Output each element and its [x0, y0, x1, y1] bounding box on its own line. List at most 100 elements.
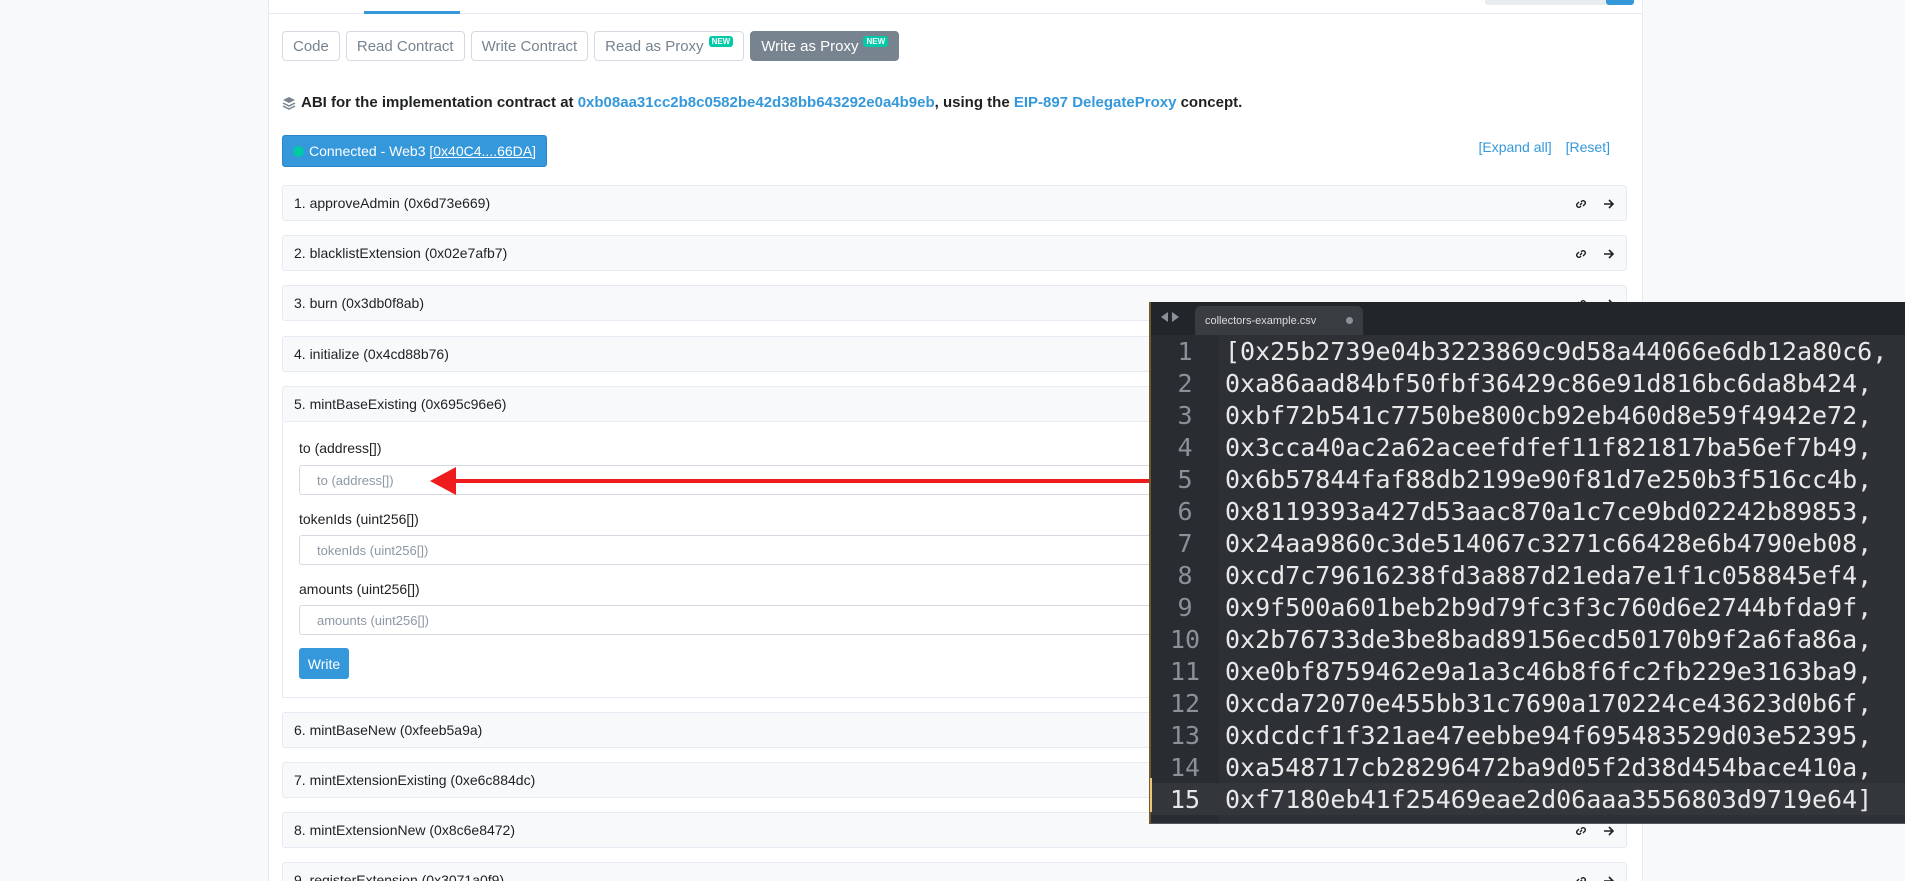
- editor-file-tab[interactable]: collectors-example.csv: [1195, 306, 1363, 335]
- code-line[interactable]: 8 0xcd7c79616238fd3a887d21eda7e1f1c058845…: [1151, 559, 1905, 591]
- code-line[interactable]: 6 0x8119393a427d53aac870a1c7ce9bd02242b89…: [1151, 495, 1905, 527]
- code-line[interactable]: 9 0x9f500a601beb2b9d79fc3f3c760d6e2744bfd…: [1151, 591, 1905, 623]
- code-text: 0x8119393a427d53aac870a1c7ce9bd02242b898…: [1225, 496, 1873, 526]
- function-title: 6. mintBaseNew (0xfeeb5a9a): [294, 722, 483, 738]
- code-text: 0xe0bf8759462e9a1a3c46b8f6fc2fb229e3163b…: [1225, 656, 1873, 686]
- link-icon[interactable]: [1574, 824, 1588, 838]
- editor-filename: collectors-example.csv: [1205, 314, 1317, 327]
- code-text: 0x3cca40ac2a62aceefdfef11f821817ba56ef7b…: [1225, 432, 1873, 462]
- code-line[interactable]: 11 0xe0bf8759462e9a1a3c46b8f6fc2fb229e316…: [1151, 655, 1905, 687]
- code-line[interactable]: 4 0x3cca40ac2a62aceefdfef11f821817ba56ef7…: [1151, 431, 1905, 463]
- arrow-right-icon[interactable]: [1602, 247, 1616, 261]
- layers-icon: [282, 96, 296, 110]
- editor-cursor: [1150, 778, 1152, 812]
- code-text: 0xdcdcf1f321ae47eebbe94f695483529d03e523…: [1225, 720, 1873, 750]
- unsaved-dot-icon[interactable]: [1346, 317, 1353, 324]
- connected-label: Connected - Web3: [309, 143, 426, 159]
- link-icon[interactable]: [1574, 874, 1588, 881]
- function-title: 8. mintExtensionNew (0x8c6e8472): [294, 822, 516, 838]
- line-number: 12: [1169, 688, 1201, 718]
- tab-code[interactable]: Code: [282, 31, 340, 61]
- nav-forward-icon[interactable]: [1172, 312, 1179, 322]
- code-line[interactable]: 12 0xcda72070e455bb31c7690a170224ce43623d…: [1151, 687, 1905, 719]
- line-number: 5: [1177, 464, 1193, 494]
- code-line[interactable]: 5 0x6b57844faf88db2199e90f81d7e250b3f516c…: [1151, 463, 1905, 495]
- new-badge: NEW: [708, 35, 734, 47]
- line-number: 1: [1177, 336, 1193, 366]
- to-placeholder: to (address[]): [317, 472, 394, 488]
- tab-read-as-proxy[interactable]: Read as Proxy NEW: [594, 31, 745, 61]
- abi-middle: , using the: [934, 94, 1010, 111]
- function-title: 3. burn (0x3db0f8ab): [294, 295, 424, 311]
- token-ids-placeholder: tokenIds (uint256[]): [317, 542, 429, 558]
- top-right-control[interactable]: [1485, 0, 1620, 5]
- line-number: 3: [1177, 400, 1193, 430]
- reset-link[interactable]: [Reset]: [1566, 139, 1610, 155]
- top-divider: [269, 13, 1642, 14]
- code-text: 0xa86aad84bf50fbf36429c86e91d816bc6da8b4…: [1225, 368, 1873, 398]
- code-text: 0xf7180eb41f25469eae2d06aaa3556803d9719e…: [1225, 784, 1873, 814]
- code-text: 0xa548717cb28296472ba9d05f2d38d454bace41…: [1225, 752, 1873, 782]
- code-line[interactable]: 13 0xdcdcf1f321ae47eebbe94f695483529d03e5…: [1151, 719, 1905, 751]
- link-icon[interactable]: [1574, 247, 1588, 261]
- text-editor-window: collectors-example.csv 1 [0x25b2739e04b32…: [1149, 302, 1905, 824]
- eip-897-link[interactable]: EIP-897 DelegateProxy: [1014, 94, 1177, 111]
- code-text: 0xcd7c79616238fd3a887d21eda7e1f1c058845e…: [1225, 560, 1873, 590]
- function-title: 7. mintExtensionExisting (0xe6c884dc): [294, 772, 536, 788]
- tab-read-contract[interactable]: Read Contract: [345, 31, 465, 61]
- line-number: 4: [1177, 432, 1193, 462]
- code-text: 0xcda72070e455bb31c7690a170224ce43623d0b…: [1225, 688, 1873, 718]
- function-title: 5. mintBaseExisting (0x695c96e6): [294, 396, 507, 412]
- code-line[interactable]: 14 0xa548717cb28296472ba9d05f2d38d454bace…: [1151, 751, 1905, 783]
- function-title: 2. blacklistExtension (0x02e7afb7): [294, 245, 508, 261]
- code-text: 0x6b57844faf88db2199e90f81d7e250b3f516cc…: [1225, 464, 1873, 494]
- implementation-address-link[interactable]: 0xb08aa31cc2b8c0582be42d38bb643292e0a4b9…: [578, 94, 935, 111]
- code-line[interactable]: 15 0xf7180eb41f25469eae2d06aaa3556803d971…: [1151, 783, 1905, 815]
- code-line[interactable]: 3 0xbf72b541c7750be800cb92eb460d8e59f4942…: [1151, 399, 1905, 431]
- tab-label: Read as Proxy: [605, 37, 704, 55]
- amounts-label: amounts (uint256[]): [299, 581, 420, 597]
- arrow-right-icon[interactable]: [1602, 874, 1616, 881]
- function-title: 9. registerExtension (0x3071a0f9): [294, 872, 505, 881]
- line-number: 6: [1177, 496, 1193, 526]
- connected-address-link[interactable]: [0x40C4....66DA]: [429, 143, 536, 159]
- function-register-extension[interactable]: 9. registerExtension (0x3071a0f9): [282, 862, 1627, 881]
- to-label: to (address[]): [299, 440, 382, 456]
- abi-prefix: ABI for the implementation contract at: [301, 94, 574, 111]
- function-blacklist-extension[interactable]: 2. blacklistExtension (0x02e7afb7): [282, 235, 1627, 271]
- tab-write-contract[interactable]: Write Contract: [470, 31, 589, 61]
- arrow-right-icon[interactable]: [1602, 197, 1616, 211]
- editor-nav: [1161, 312, 1179, 322]
- abi-notice: ABI for the implementation contract at 0…: [282, 94, 1242, 111]
- expand-all-link[interactable]: [Expand all]: [1478, 139, 1551, 155]
- line-number: 2: [1177, 368, 1193, 398]
- arrow-right-icon[interactable]: [1602, 824, 1616, 838]
- top-right-button[interactable]: [1606, 0, 1634, 5]
- line-number: 15: [1169, 784, 1201, 814]
- function-approve-admin[interactable]: 1. approveAdmin (0x6d73e669): [282, 185, 1627, 221]
- tab-label: Write as Proxy: [761, 37, 859, 55]
- code-line[interactable]: 1 [0x25b2739e04b3223869c9d58a44066e6db12a…: [1151, 335, 1905, 367]
- tab-label: Read Contract: [356, 37, 454, 55]
- code-text: 0x9f500a601beb2b9d79fc3f3c760d6e2744bfda…: [1225, 592, 1873, 622]
- editor-tab-bar: collectors-example.csv: [1151, 302, 1905, 335]
- connected-status-icon: [293, 145, 304, 157]
- link-icon[interactable]: [1574, 197, 1588, 211]
- code-text: 0x2b76733de3be8bad89156ecd50170b9f2a6fa8…: [1225, 624, 1873, 654]
- tab-write-as-proxy[interactable]: Write as Proxy NEW: [750, 31, 900, 61]
- code-line[interactable]: 10 0x2b76733de3be8bad89156ecd50170b9f2a6f…: [1151, 623, 1905, 655]
- code-line[interactable]: 7 0x24aa9860c3de514067c3271c66428e6b4790e…: [1151, 527, 1905, 559]
- token-ids-label: tokenIds (uint256[]): [299, 511, 419, 527]
- line-number: 9: [1177, 592, 1193, 622]
- active-main-tab-underline: [364, 11, 460, 14]
- editor-code[interactable]: 1 [0x25b2739e04b3223869c9d58a44066e6db12a…: [1151, 335, 1905, 815]
- web3-connected-button[interactable]: Connected - Web3 [0x40C4....66DA]: [282, 135, 547, 167]
- code-text: [0x25b2739e04b3223869c9d58a44066e6db12a8…: [1225, 336, 1888, 366]
- line-number: 11: [1169, 656, 1201, 686]
- line-number: 7: [1177, 528, 1193, 558]
- nav-back-icon[interactable]: [1161, 312, 1168, 322]
- function-title: 1. approveAdmin (0x6d73e669): [294, 195, 491, 211]
- code-line[interactable]: 2 0xa86aad84bf50fbf36429c86e91d816bc6da8b…: [1151, 367, 1905, 399]
- write-button[interactable]: Write: [299, 648, 349, 679]
- line-number: 8: [1177, 560, 1193, 590]
